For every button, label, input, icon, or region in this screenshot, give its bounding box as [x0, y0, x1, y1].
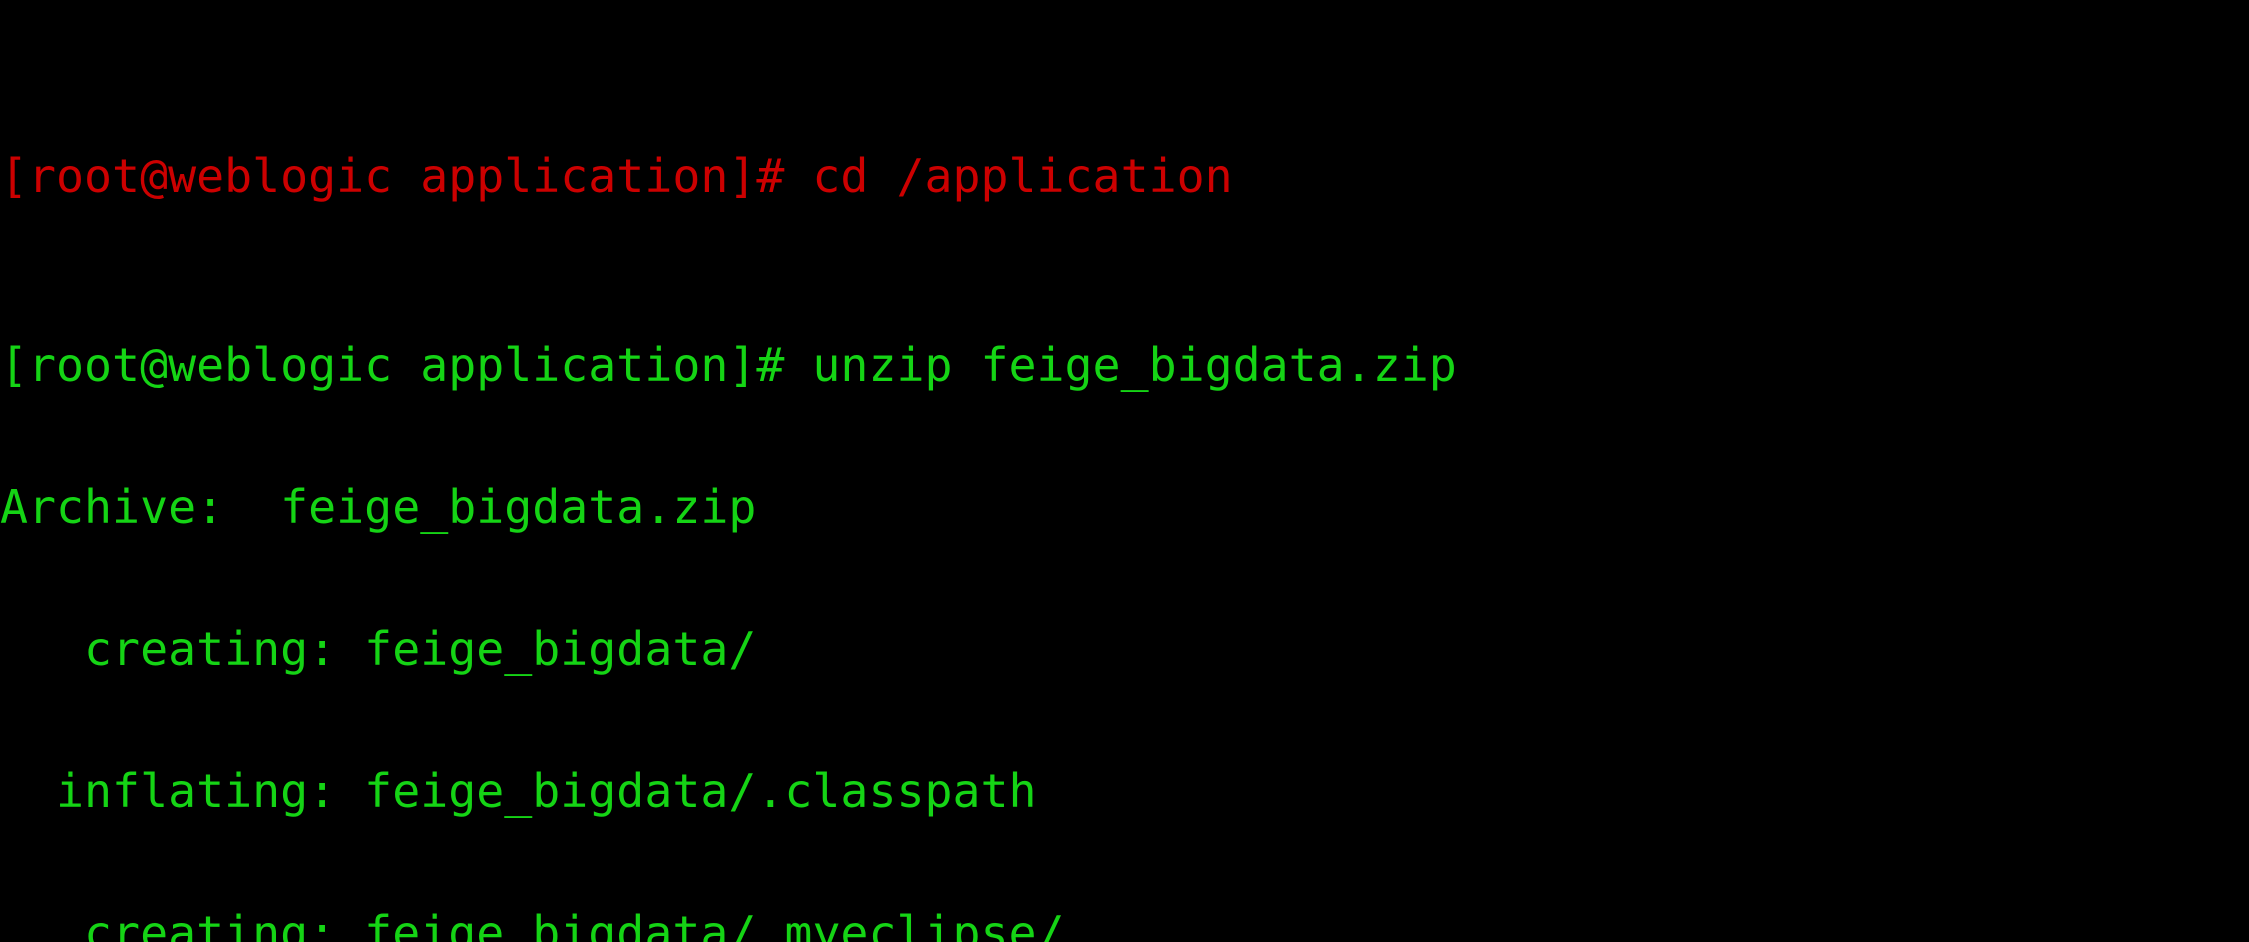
terminal-scrollback-partial-line: [root@weblogic application]# cd /applica… [0, 149, 1233, 204]
terminal-line-entry-3: creating: feige_bigdata/.myeclipse/ [0, 905, 1065, 942]
terminal-line-entry-1: creating: feige_bigdata/ [0, 622, 757, 677]
terminal-line-entry-2: inflating: feige_bigdata/.classpath [0, 764, 1037, 819]
terminal-screen[interactable]: [root@weblogic application]# cd /applica… [0, 0, 2249, 942]
terminal-line-prompt: [root@weblogic application]# unzip feige… [0, 338, 1457, 393]
terminal-window[interactable]: [root@weblogic application]# cd /applica… [0, 0, 2249, 942]
terminal-line-archive: Archive: feige_bigdata.zip [0, 480, 757, 535]
